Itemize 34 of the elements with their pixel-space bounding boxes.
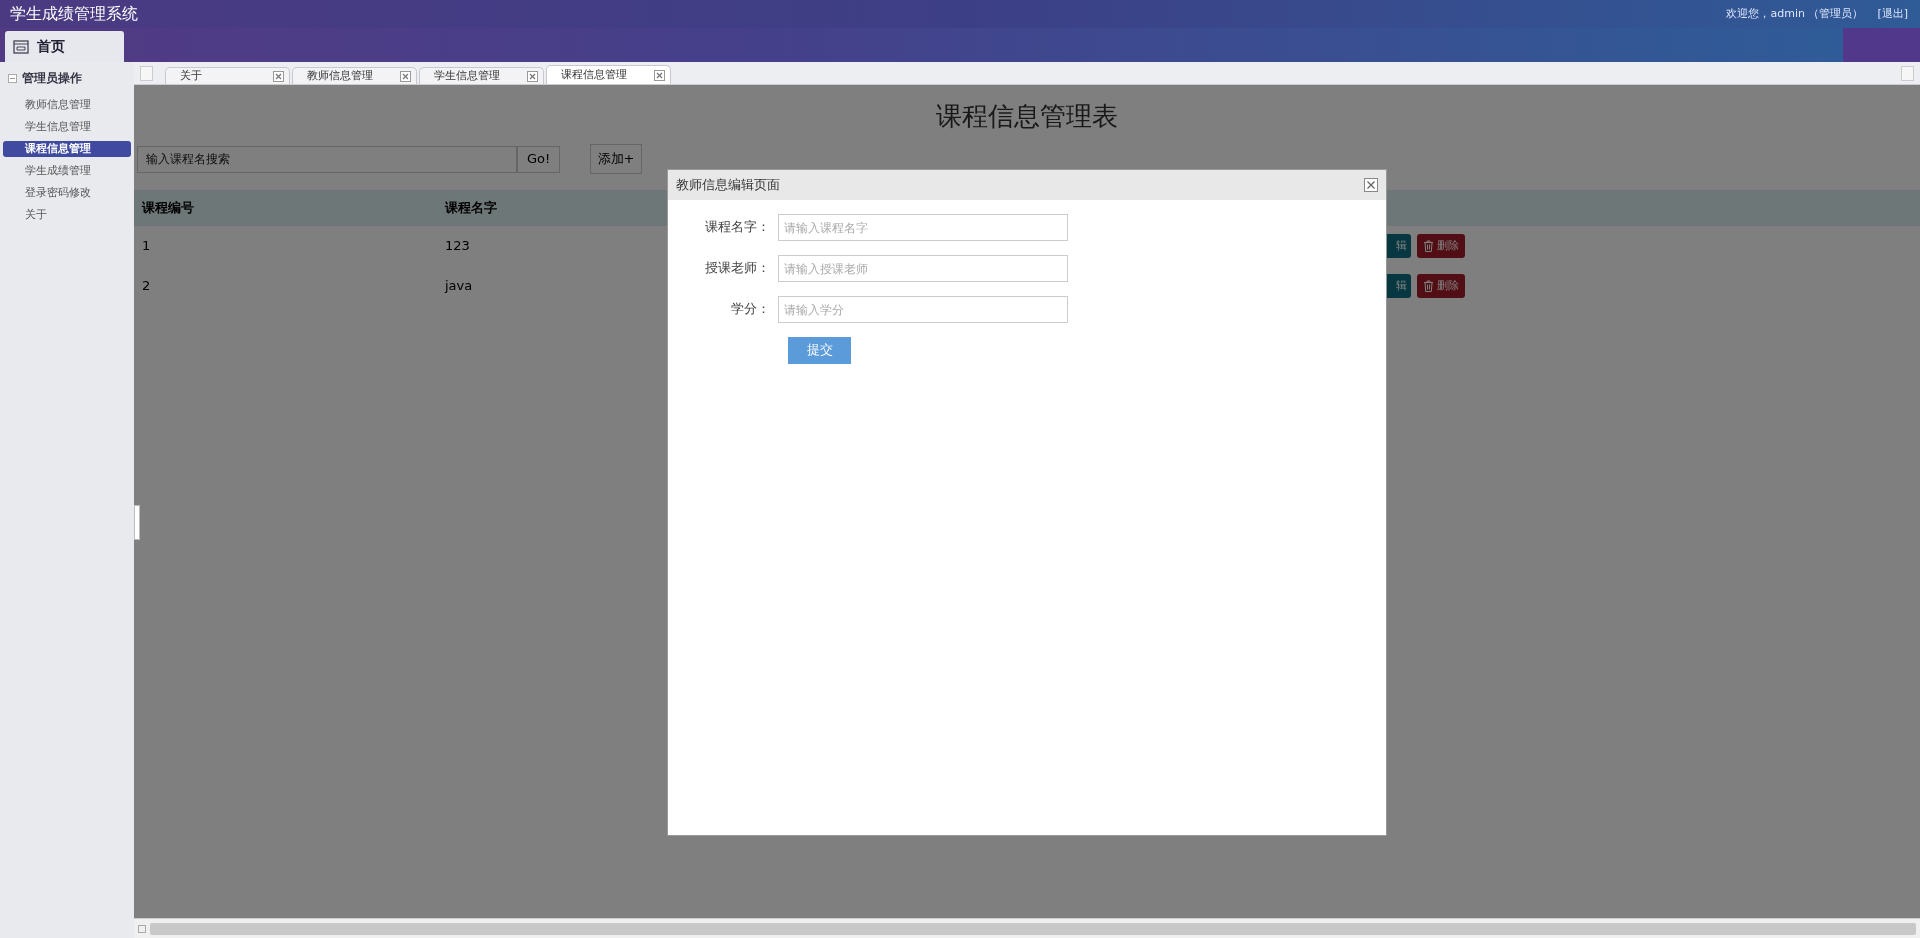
main-tab[interactable]: 首页 [5, 31, 124, 62]
dialog-title: 教师信息编辑页面 [676, 176, 780, 195]
input-field[interactable]: 请输入课程名字 [778, 214, 1068, 241]
sidebar-item[interactable]: 教师信息管理 [3, 97, 131, 114]
delete-button[interactable]: 删除 [1417, 274, 1465, 298]
page-tab[interactable]: 课程信息管理 [546, 65, 671, 84]
app-title: 学生成绩管理系统 [9, 3, 138, 25]
add-button[interactable]: 添加+ [590, 144, 642, 174]
table-cell-text: java [443, 277, 474, 296]
page-title: 课程信息管理表 [935, 100, 1119, 133]
delete-button[interactable]: 删除 [1417, 234, 1465, 258]
sidebar-item[interactable]: 登录密码修改 [3, 185, 131, 202]
logout-link[interactable]: [退出] [1877, 5, 1908, 23]
table-cell-text: 123 [444, 237, 471, 256]
table-cell-text: 2 [141, 277, 152, 296]
search-field[interactable]: 输入课程名搜索 [137, 145, 517, 173]
field-label: 学分： [730, 300, 771, 319]
page-tab[interactable]: 关于 [165, 67, 290, 84]
input-field[interactable]: 请输入授课老师 [778, 255, 1068, 282]
column-header: 课程名字 [443, 199, 498, 218]
column-header: 课程编号 [140, 199, 195, 218]
user-greeting: 欢迎您，admin （管理员） [1726, 5, 1864, 22]
page-tab[interactable]: 学生信息管理 [419, 67, 544, 84]
field-label: 课程名字： [704, 218, 771, 237]
search-button[interactable]: Go! [517, 145, 560, 173]
sidebar-item[interactable]: 课程信息管理 [3, 141, 131, 158]
table-cell-text: 1 [141, 237, 152, 256]
field-label: 授课老师： [704, 259, 771, 278]
sidebar-item[interactable]: 学生成绩管理 [3, 163, 131, 180]
sidebar-item[interactable]: 学生信息管理 [3, 119, 131, 136]
page-tab[interactable]: 教师信息管理 [292, 67, 417, 84]
sidebar-item[interactable]: 关于 [3, 207, 131, 224]
input-field[interactable]: 请输入学分 [778, 296, 1068, 323]
group-title: 管理员操作 [22, 70, 82, 87]
